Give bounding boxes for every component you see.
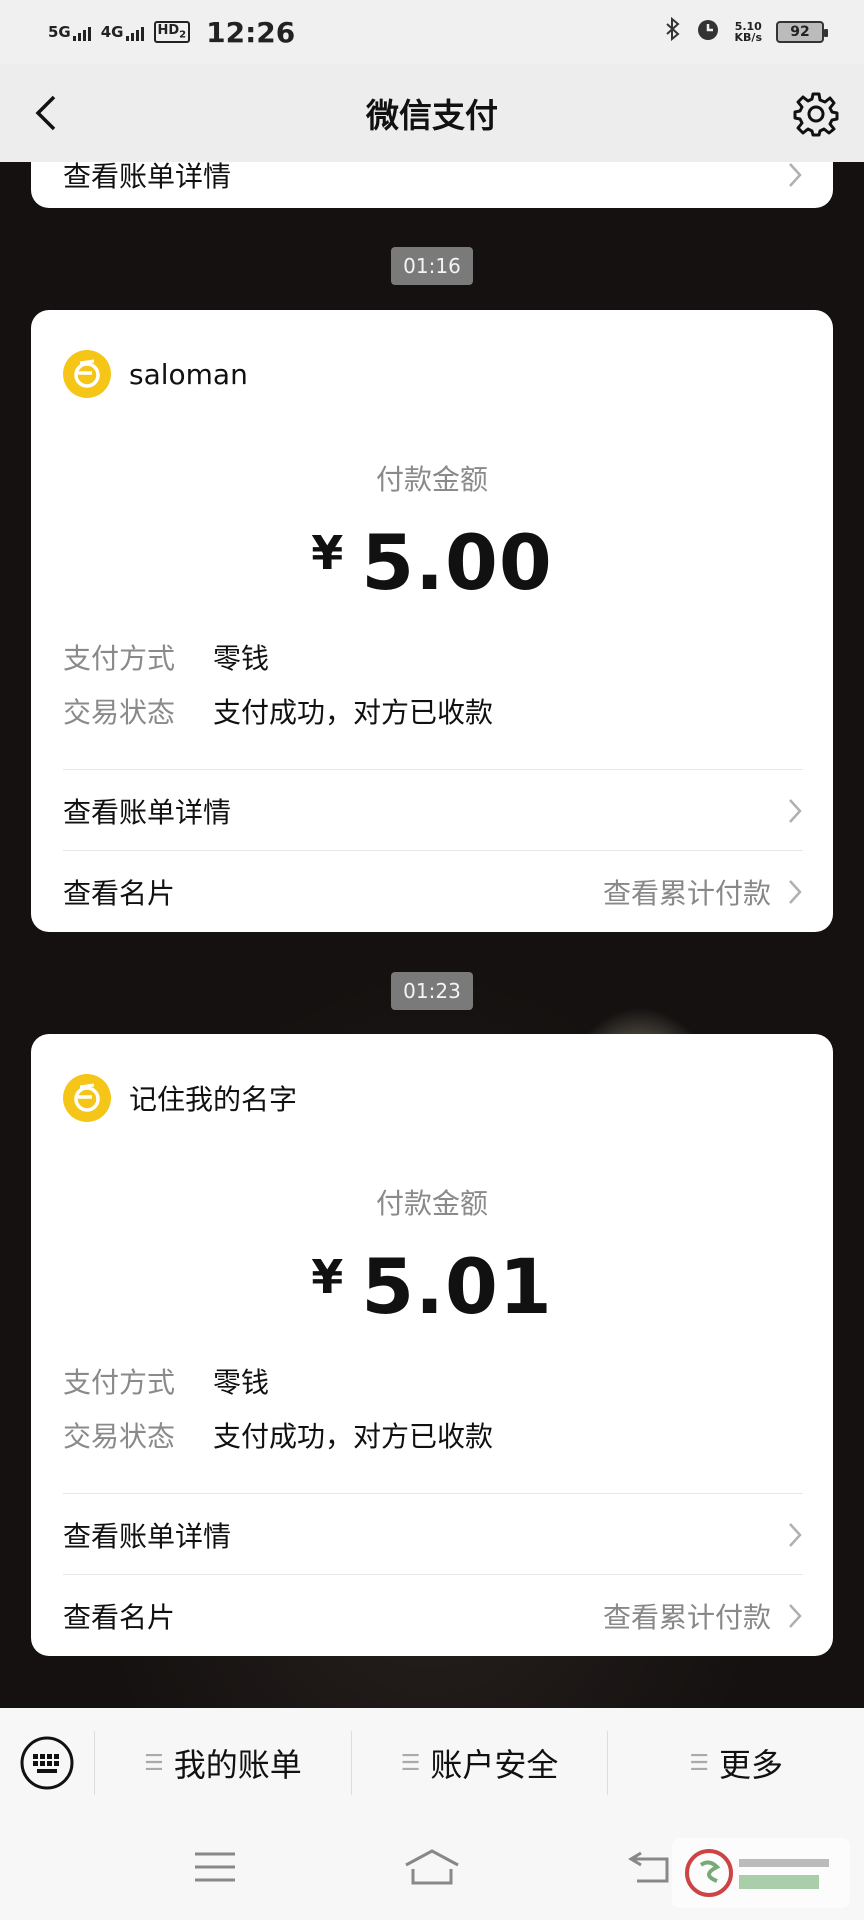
payee-header: saloman xyxy=(63,350,248,398)
menu-label: 我的账单 xyxy=(173,1746,302,1784)
signal-5g: 5G xyxy=(48,23,91,41)
chevron-right-icon xyxy=(787,797,803,825)
bill-detail-label: 查看账单详情 xyxy=(63,796,232,829)
message-timestamp: 01:16 xyxy=(391,247,473,285)
payment-method-key: 支付方式 xyxy=(63,1366,176,1399)
clock: 12:26 xyxy=(206,15,296,49)
watermark-logo xyxy=(672,1838,850,1908)
view-card-link[interactable]: 查看名片 查看累计付款 xyxy=(63,1586,803,1646)
bottom-menu-bar: ☰ 我的账单 ☰ 账户安全 ☰ 更多 xyxy=(0,1708,864,1818)
menu-my-bills[interactable]: ☰ 我的账单 xyxy=(94,1731,351,1795)
battery-icon: 92 xyxy=(776,21,828,43)
divider xyxy=(63,850,803,851)
signal-5g-label: 5G xyxy=(48,23,71,41)
chevron-right-icon xyxy=(787,1521,803,1549)
payee-header: 记住我的名字 xyxy=(63,1074,297,1122)
payment-method-row: 支付方式 零钱 xyxy=(63,1361,269,1401)
transaction-status-key: 交易状态 xyxy=(63,1420,176,1453)
payment-method-key: 支付方式 xyxy=(63,642,176,675)
divider xyxy=(63,1574,803,1575)
payment-amount: ¥ 5.00 xyxy=(31,518,833,607)
net-speed-unit: KB/s xyxy=(734,31,762,44)
menu-lines-icon: ☰ xyxy=(143,1750,164,1776)
signal-4g-label: 4G xyxy=(100,23,124,41)
view-card-label: 查看名片 xyxy=(63,877,176,910)
amount-value: 5.00 xyxy=(361,518,553,607)
back-button[interactable] xyxy=(22,88,72,138)
wechat-pay-icon xyxy=(63,1074,111,1122)
settings-button[interactable] xyxy=(790,88,842,140)
back-icon[interactable] xyxy=(627,1849,671,1889)
menu-account-security[interactable]: ☰ 账户安全 xyxy=(350,1731,608,1795)
alarm-icon xyxy=(695,16,721,48)
payment-card[interactable]: saloman 付款金额 ¥ 5.00 支付方式 零钱 交易状态 支付成功，对方… xyxy=(31,310,833,932)
top-nav-bar: 微信支付 xyxy=(0,64,864,162)
chevron-right-icon xyxy=(787,161,803,189)
payment-method-value: 零钱 xyxy=(213,1366,270,1399)
gear-icon xyxy=(793,92,839,137)
menu-label: 账户安全 xyxy=(430,1746,559,1784)
keyboard-toggle-button[interactable] xyxy=(0,1708,94,1818)
page-title: 微信支付 xyxy=(366,96,498,135)
currency-symbol: ¥ xyxy=(311,1250,344,1304)
menu-more[interactable]: ☰ 更多 xyxy=(607,1731,864,1795)
payee-name: 记住我的名字 xyxy=(129,1083,298,1116)
keyboard-icon xyxy=(20,1736,74,1790)
menu-icon[interactable] xyxy=(193,1850,237,1888)
view-card-label: 查看名片 xyxy=(63,1601,176,1634)
chevron-right-icon xyxy=(787,1602,803,1630)
divider xyxy=(63,1493,803,1494)
payment-method-row: 支付方式 零钱 xyxy=(63,637,269,677)
network-speed: 5.10 KB/s xyxy=(735,21,762,43)
hd-sub: 2 xyxy=(179,29,187,41)
bill-detail-link[interactable]: 查看账单详情 xyxy=(63,781,803,841)
cumulative-payment-link[interactable]: 查看累计付款 xyxy=(603,872,771,912)
status-bar: 5G 4G HD2 12:26 5.10 KB/s 92 xyxy=(0,0,864,64)
menu-lines-icon: ☰ xyxy=(400,1750,421,1776)
wechat-pay-icon xyxy=(63,350,111,398)
divider xyxy=(63,769,803,770)
transaction-status-key: 交易状态 xyxy=(63,696,176,729)
currency-symbol: ¥ xyxy=(311,526,344,580)
hd-badge: HD2 xyxy=(153,21,191,43)
chevron-right-icon xyxy=(787,878,803,906)
payment-amount: ¥ 5.01 xyxy=(31,1242,833,1331)
payment-card[interactable]: 记住我的名字 付款金额 ¥ 5.01 支付方式 零钱 交易状态 支付成功，对方已… xyxy=(31,1034,833,1656)
bluetooth-icon xyxy=(665,16,681,47)
amount-label: 付款金额 xyxy=(375,463,488,496)
battery-level: 92 xyxy=(790,24,810,40)
payment-method-value: 零钱 xyxy=(213,642,270,675)
menu-label: 更多 xyxy=(719,1746,784,1784)
transaction-status-value: 支付成功，对方已收款 xyxy=(213,1420,494,1453)
home-icon[interactable] xyxy=(403,1847,461,1891)
menu-lines-icon: ☰ xyxy=(689,1750,710,1776)
signal-bars-icon xyxy=(72,25,91,41)
bill-detail-link[interactable]: 查看账单详情 xyxy=(63,1505,803,1565)
bill-detail-label: 查看账单详情 xyxy=(63,1520,232,1553)
view-card-link[interactable]: 查看名片 查看累计付款 xyxy=(63,862,803,922)
transaction-status-value: 支付成功，对方已收款 xyxy=(213,696,494,729)
payee-name: saloman xyxy=(129,357,248,391)
signal-bars-icon xyxy=(125,25,144,41)
transaction-status-row: 交易状态 支付成功，对方已收款 xyxy=(63,691,493,731)
amount-label: 付款金额 xyxy=(375,1187,488,1220)
transaction-status-row: 交易状态 支付成功，对方已收款 xyxy=(63,1415,493,1455)
amount-value: 5.01 xyxy=(361,1242,553,1331)
hd-label: HD xyxy=(157,23,180,39)
message-timestamp: 01:23 xyxy=(391,972,473,1010)
cumulative-payment-link[interactable]: 查看累计付款 xyxy=(603,1596,771,1636)
signal-4g: 4G xyxy=(101,23,144,41)
chevron-left-icon xyxy=(35,95,56,131)
